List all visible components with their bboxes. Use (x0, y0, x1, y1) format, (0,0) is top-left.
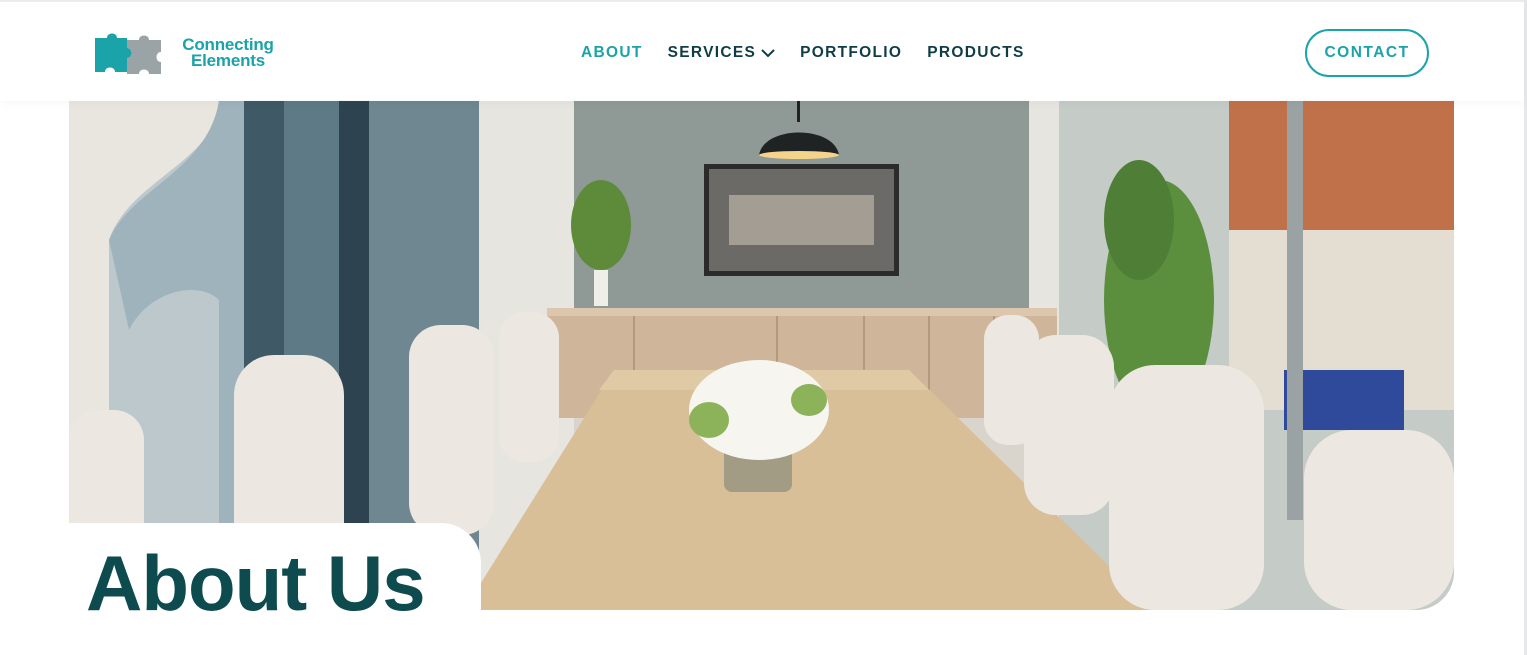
main-nav: ABOUT SERVICES PORTFOLIO PRODUCTS (581, 44, 1050, 62)
title-card: About Us (69, 523, 481, 643)
contact-button[interactable]: CONTACT (1305, 29, 1429, 77)
nav-services-label: SERVICES (667, 44, 757, 61)
logo-link[interactable]: Connecting Elements (93, 28, 283, 78)
nav-services[interactable]: SERVICES (668, 44, 776, 62)
nav-about[interactable]: ABOUT (581, 44, 643, 62)
page-title: About Us (86, 539, 426, 627)
site-header: Connecting Elements ABOUT SERVICES PORTF… (0, 0, 1524, 101)
logo-line-2: Elements (191, 51, 265, 70)
puzzle-logo-icon (95, 33, 161, 74)
nav-portfolio[interactable]: PORTFOLIO (800, 44, 902, 62)
chevron-down-icon (761, 49, 775, 58)
logo-wordmark: Connecting Elements (173, 36, 283, 70)
nav-products[interactable]: PRODUCTS (927, 44, 1024, 62)
